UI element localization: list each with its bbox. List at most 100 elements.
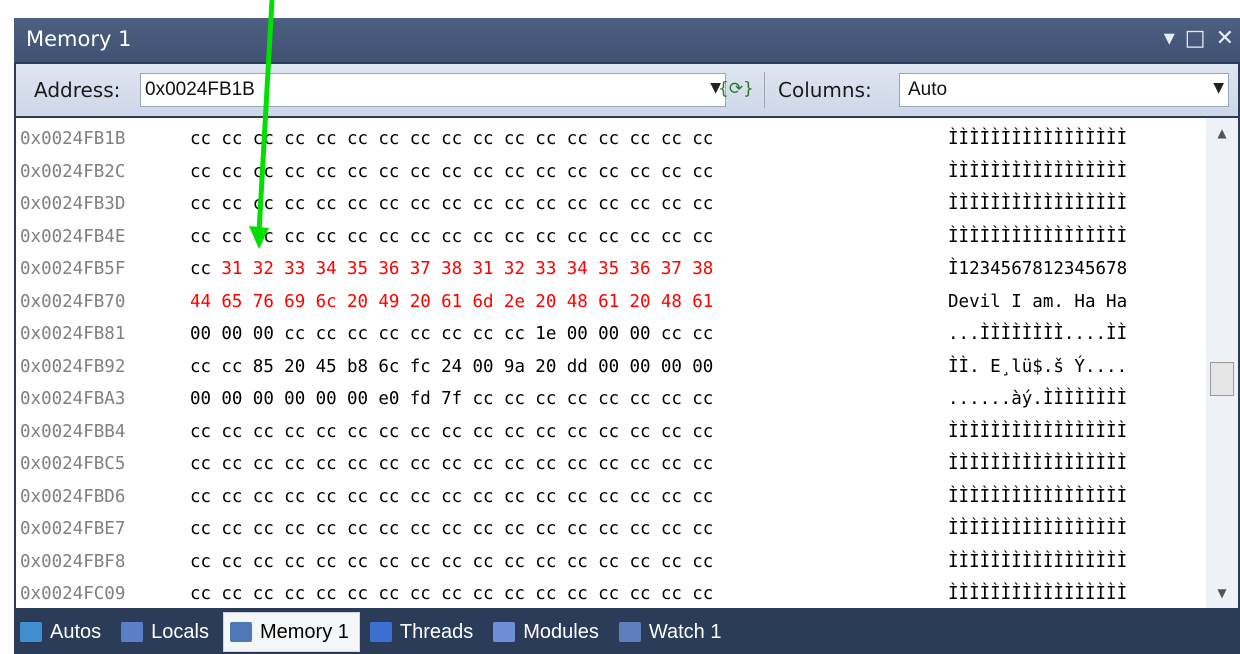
tab-watch-1[interactable]: Watch 1 — [613, 613, 732, 651]
byte-cell[interactable]: 00 — [284, 382, 315, 416]
byte-cell[interactable]: cc — [347, 122, 378, 156]
byte-cell[interactable]: cc — [661, 317, 692, 351]
byte-cell[interactable]: cc — [347, 155, 378, 189]
byte-cell[interactable]: 61 — [692, 285, 723, 319]
byte-cell[interactable]: cc — [316, 447, 347, 481]
byte-cell[interactable]: 1e — [535, 317, 566, 351]
byte-cell[interactable]: cc — [504, 480, 535, 514]
byte-cell[interactable]: cc — [410, 220, 441, 254]
byte-cell[interactable]: cc — [441, 155, 472, 189]
byte-cell[interactable]: 6c — [316, 285, 347, 319]
byte-cell[interactable]: cc — [473, 155, 504, 189]
byte-cell[interactable]: cc — [378, 447, 409, 481]
byte-cell[interactable]: 35 — [598, 252, 629, 286]
byte-cell[interactable]: cc — [441, 480, 472, 514]
byte-cell[interactable]: cc — [347, 577, 378, 608]
byte-cell[interactable]: 44 — [190, 285, 221, 319]
byte-cell[interactable]: cc — [567, 512, 598, 546]
row-bytes[interactable]: cc cc cc cc cc cc cc cc cc cc cc cc cc cc cc cc cc — [190, 122, 724, 156]
byte-cell[interactable]: 61 — [441, 285, 472, 319]
byte-cell[interactable]: cc — [692, 545, 723, 579]
byte-cell[interactable]: cc — [535, 187, 566, 221]
tab-memory-1[interactable]: Memory 1 — [222, 612, 360, 652]
byte-cell[interactable]: 37 — [410, 252, 441, 286]
row-ascii[interactable]: Ì1234567812345678 — [948, 252, 1127, 286]
byte-cell[interactable]: 38 — [441, 252, 472, 286]
byte-cell[interactable]: cc — [598, 545, 629, 579]
byte-cell[interactable]: cc — [347, 480, 378, 514]
row-bytes[interactable]: cc cc cc cc cc cc cc cc cc cc cc cc cc cc cc cc cc — [190, 480, 724, 514]
byte-cell[interactable]: cc — [692, 187, 723, 221]
memory-row[interactable]: 0x0024FB5F cc 31 32 33 34 35 36 37 38 31 32 33 34 35 36… — [16, 252, 1206, 286]
byte-cell[interactable]: e0 — [378, 382, 409, 416]
scroll-thumb[interactable] — [1210, 362, 1234, 396]
byte-cell[interactable]: cc — [661, 122, 692, 156]
byte-cell[interactable]: cc — [347, 415, 378, 449]
byte-cell[interactable]: cc — [284, 220, 315, 254]
byte-cell[interactable]: cc — [253, 480, 284, 514]
memory-row[interactable]: 0x0024FC09 cc cc cc cc cc cc cc cc cc cc cc cc cc cc cc… — [16, 577, 1206, 608]
tab-modules[interactable]: Modules — [487, 613, 609, 651]
row-ascii[interactable]: ÌÌÌÌÌÌÌÌÌÌÌÌÌÌÌÌÌ — [948, 220, 1127, 254]
row-ascii[interactable]: ÌÌÌÌÌÌÌÌÌÌÌÌÌÌÌÌÌ — [948, 545, 1127, 579]
byte-cell[interactable]: cc — [598, 155, 629, 189]
byte-cell[interactable]: 00 — [190, 317, 221, 351]
close-icon[interactable]: ✕ — [1216, 24, 1234, 54]
byte-cell[interactable]: cc — [253, 220, 284, 254]
row-bytes[interactable]: cc 31 32 33 34 35 36 37 38 31 32 33 34 35 36 37 38 — [190, 252, 724, 286]
byte-cell[interactable]: cc — [629, 545, 660, 579]
byte-cell[interactable]: cc — [629, 415, 660, 449]
byte-cell[interactable]: cc — [190, 220, 221, 254]
byte-cell[interactable]: cc — [473, 382, 504, 416]
byte-cell[interactable]: cc — [567, 577, 598, 608]
byte-cell[interactable]: cc — [473, 415, 504, 449]
byte-cell[interactable]: cc — [567, 545, 598, 579]
byte-cell[interactable]: cc — [253, 545, 284, 579]
byte-cell[interactable]: cc — [629, 577, 660, 608]
byte-cell[interactable]: cc — [661, 220, 692, 254]
byte-cell[interactable]: cc — [504, 577, 535, 608]
byte-cell[interactable]: cc — [692, 447, 723, 481]
byte-cell[interactable]: 48 — [661, 285, 692, 319]
row-bytes[interactable]: cc cc cc cc cc cc cc cc cc cc cc cc cc cc cc cc cc — [190, 577, 724, 608]
address-value[interactable]: 0x0024FB1B — [145, 79, 255, 101]
row-bytes[interactable]: cc cc cc cc cc cc cc cc cc cc cc cc cc cc cc cc cc — [190, 512, 724, 546]
byte-cell[interactable]: b8 — [347, 350, 378, 384]
byte-cell[interactable]: cc — [535, 577, 566, 608]
byte-cell[interactable]: 20 — [410, 285, 441, 319]
byte-cell[interactable]: cc — [316, 480, 347, 514]
byte-cell[interactable]: cc — [410, 480, 441, 514]
byte-cell[interactable]: cc — [316, 187, 347, 221]
byte-cell[interactable]: cc — [284, 447, 315, 481]
byte-cell[interactable]: cc — [190, 187, 221, 221]
byte-cell[interactable]: cc — [316, 415, 347, 449]
byte-cell[interactable]: cc — [284, 480, 315, 514]
byte-cell[interactable]: 00 — [629, 350, 660, 384]
byte-cell[interactable]: cc — [378, 187, 409, 221]
columns-dropdown-icon[interactable]: ▼ — [1213, 80, 1224, 96]
byte-cell[interactable]: cc — [598, 480, 629, 514]
title-bar[interactable]: Memory 1 ▾ □ ✕ — [14, 18, 1240, 62]
byte-cell[interactable]: cc — [253, 122, 284, 156]
memory-row[interactable]: 0x0024FB81 00 00 00 cc cc cc cc cc cc cc cc 1e 00 00 00… — [16, 317, 1206, 351]
byte-cell[interactable]: cc — [629, 220, 660, 254]
memory-grid[interactable]: 0x0024FB1B cc cc cc cc cc cc cc cc cc cc cc cc cc cc cc… — [16, 118, 1206, 608]
byte-cell[interactable]: cc — [410, 577, 441, 608]
tab-locals[interactable]: Locals — [115, 613, 219, 651]
byte-cell[interactable]: cc — [316, 545, 347, 579]
byte-cell[interactable]: 2e — [504, 285, 535, 319]
byte-cell[interactable]: cc — [410, 447, 441, 481]
memory-row[interactable]: 0x0024FBF8 cc cc cc cc cc cc cc cc cc cc cc cc cc cc cc… — [16, 545, 1206, 579]
byte-cell[interactable]: 69 — [284, 285, 315, 319]
byte-cell[interactable]: cc — [567, 187, 598, 221]
byte-cell[interactable]: cc — [661, 155, 692, 189]
columns-value[interactable]: Auto — [908, 79, 947, 101]
byte-cell[interactable]: 00 — [253, 382, 284, 416]
byte-cell[interactable]: cc — [441, 415, 472, 449]
byte-cell[interactable]: cc — [190, 155, 221, 189]
byte-cell[interactable]: cc — [284, 187, 315, 221]
byte-cell[interactable]: cc — [692, 220, 723, 254]
byte-cell[interactable]: cc — [661, 187, 692, 221]
row-bytes[interactable]: 00 00 00 cc cc cc cc cc cc cc cc 1e 00 00 00 cc cc — [190, 317, 724, 351]
byte-cell[interactable]: cc — [253, 187, 284, 221]
